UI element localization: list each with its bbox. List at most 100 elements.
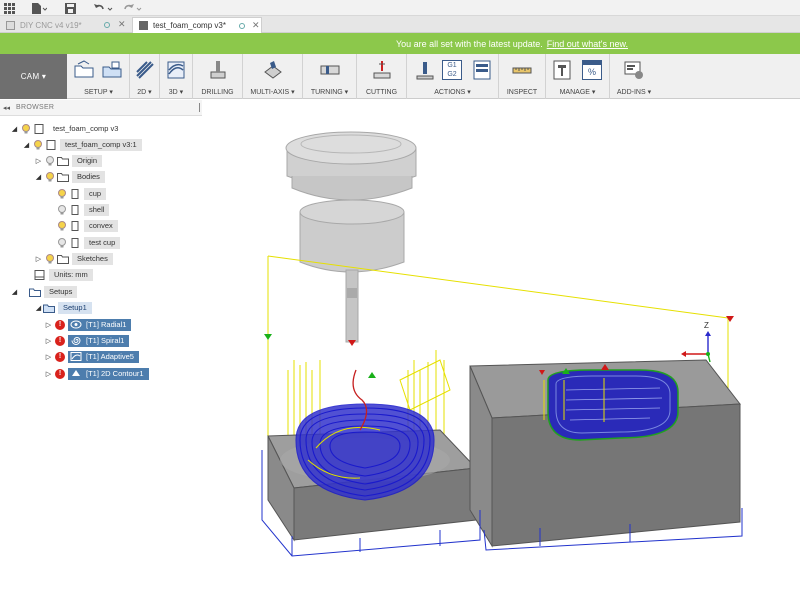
- expand-right-icon[interactable]: ▷: [34, 157, 43, 165]
- workspace-switcher-button[interactable]: CAM ▾: [0, 54, 67, 99]
- tree-node-setup1[interactable]: ◢ Setup1: [34, 301, 92, 314]
- multi-axis-group[interactable]: MULTI-AXIS ▾: [243, 54, 303, 99]
- cam-scene[interactable]: Z: [202, 100, 800, 606]
- visibility-bulb-icon[interactable]: [57, 188, 67, 199]
- setup-icon: [43, 304, 55, 313]
- expand-down-icon[interactable]: ◢: [10, 125, 19, 133]
- multi-axis-icon[interactable]: [263, 60, 283, 80]
- post-library-icon[interactable]: %: [582, 60, 602, 80]
- error-icon: !: [55, 319, 65, 330]
- browser-header[interactable]: ◂◂ BROWSER: [0, 100, 202, 116]
- tree-node-body-test-cup[interactable]: test cup: [55, 236, 121, 249]
- expand-down-icon[interactable]: ◢: [34, 173, 43, 181]
- sync-status-icon: [104, 22, 110, 28]
- close-tab-icon[interactable]: ✕: [252, 20, 260, 31]
- setup-sheet-doc-icon[interactable]: [472, 60, 492, 80]
- turning-icon[interactable]: [320, 60, 340, 80]
- setup-sheet-icon[interactable]: [102, 60, 122, 80]
- z-axis-label: Z: [704, 321, 709, 330]
- visibility-bulb-icon[interactable]: [45, 171, 55, 182]
- tree-node-op-radial1[interactable]: ▷ ! [T1] Radial1: [44, 318, 132, 331]
- cutting-icon[interactable]: [372, 60, 392, 80]
- visibility-bulb-icon[interactable]: [57, 204, 67, 215]
- tree-node-origin[interactable]: ▷ Origin: [34, 154, 103, 167]
- drilling-group[interactable]: DRILLING: [193, 54, 243, 99]
- tab-diy-cnc[interactable]: DIY CNC v4 v19* ✕: [0, 17, 130, 33]
- update-banner: You are all set with the latest update. …: [0, 33, 800, 54]
- 2d-toolpath-icon[interactable]: [135, 60, 155, 80]
- tree-node-units[interactable]: Units: mm: [34, 268, 93, 281]
- tree-node-setups[interactable]: ◢ Setups: [10, 285, 78, 298]
- tree-label: Sketches: [72, 252, 113, 265]
- collapse-panel-icon[interactable]: ◂◂: [3, 104, 12, 112]
- tree-node-body-cup[interactable]: cup: [55, 187, 107, 200]
- inspect-group[interactable]: INSPECT: [499, 54, 546, 99]
- add-ins-group[interactable]: ADD-INS ▾: [610, 54, 658, 99]
- folder-icon: [57, 254, 69, 264]
- save-icon[interactable]: [65, 2, 76, 14]
- tree-node-bodies[interactable]: ◢ Bodies: [34, 170, 105, 183]
- 3d-group[interactable]: 3D ▾: [160, 54, 193, 99]
- add-ins-icon[interactable]: [624, 60, 644, 80]
- tree-label: [T1] Radial1: [86, 320, 127, 329]
- expand-down-icon[interactable]: ◢: [34, 304, 43, 312]
- visibility-bulb-icon[interactable]: [57, 237, 67, 248]
- visibility-bulb-icon[interactable]: [21, 123, 31, 134]
- tree-node-body-shell[interactable]: shell: [55, 203, 110, 216]
- tree-label: Setups: [44, 285, 78, 298]
- 3d-viewport[interactable]: Z: [202, 100, 800, 606]
- tree-node-op-spiral1[interactable]: ▷ ! [T1] Spiral1: [44, 334, 130, 347]
- expand-right-icon[interactable]: ▷: [44, 353, 53, 361]
- tree-node-sketches[interactable]: ▷ Sketches: [34, 252, 113, 265]
- file-menu-icon[interactable]: [31, 2, 47, 14]
- setup-folder-icon[interactable]: [74, 60, 94, 80]
- visibility-bulb-icon[interactable]: [57, 220, 67, 231]
- grid-menu-icon[interactable]: [4, 2, 15, 14]
- simulate-icon[interactable]: [415, 60, 435, 80]
- tab-label: DIY CNC v4 v19*: [20, 20, 82, 30]
- visibility-bulb-icon[interactable]: [45, 253, 55, 264]
- measure-icon[interactable]: [512, 60, 532, 80]
- spiral-op-icon: [71, 337, 81, 345]
- component-icon: [46, 139, 56, 150]
- document-icon: [34, 123, 44, 134]
- undo-icon[interactable]: [94, 2, 114, 14]
- tree-node-op-2d-contour1[interactable]: ▷ ! [T1] 2D Contour1: [44, 367, 149, 380]
- expand-right-icon[interactable]: ▷: [44, 370, 53, 378]
- close-tab-icon[interactable]: ✕: [118, 19, 126, 30]
- visibility-bulb-icon[interactable]: [45, 155, 55, 166]
- visibility-bulb-icon[interactable]: [33, 139, 43, 150]
- folder-icon: [57, 156, 69, 166]
- document-tabs: DIY CNC v4 v19* ✕ test_foam_comp v3* ✕: [0, 16, 800, 33]
- setup-group[interactable]: SETUP ▾: [68, 54, 130, 99]
- body-icon: [71, 220, 79, 231]
- axis-triad: Z: [681, 321, 711, 363]
- drill-icon[interactable]: [208, 60, 228, 80]
- tree-label: [T1] 2D Contour1: [86, 369, 144, 378]
- tree-node-op-adaptive5[interactable]: ▷ ! [T1] Adaptive5: [44, 350, 139, 363]
- tree-node-component[interactable]: ◢ test_foam_comp v3:1: [22, 138, 142, 151]
- tree-node-root[interactable]: ◢ test_foam_comp v3: [10, 122, 123, 135]
- expand-down-icon[interactable]: ◢: [22, 141, 31, 149]
- tab-test-foam-comp[interactable]: test_foam_comp v3* ✕: [132, 17, 262, 33]
- tool-library-icon[interactable]: [552, 60, 572, 80]
- expand-right-icon[interactable]: ▷: [44, 321, 53, 329]
- cutting-group[interactable]: CUTTING: [357, 54, 407, 99]
- tree-node-body-convex[interactable]: convex: [55, 219, 118, 232]
- post-process-icon[interactable]: G1 G2: [442, 60, 462, 80]
- actions-group[interactable]: G1 G2 ACTIONS ▾: [407, 54, 499, 99]
- expand-right-icon[interactable]: ▷: [44, 337, 53, 345]
- 3d-toolpath-icon[interactable]: [166, 60, 186, 80]
- error-icon: !: [55, 351, 65, 362]
- panel-pin-icon[interactable]: [199, 103, 200, 112]
- tree-label: test_foam_comp v3: [53, 124, 119, 133]
- whats-new-link[interactable]: Find out what's new.: [547, 39, 628, 49]
- 2d-group[interactable]: 2D ▾: [130, 54, 160, 99]
- manage-group[interactable]: % MANAGE ▾: [546, 54, 610, 99]
- turning-group[interactable]: TURNING ▾: [303, 54, 357, 99]
- expand-down-icon[interactable]: ◢: [10, 288, 19, 296]
- redo-icon[interactable]: [123, 2, 143, 14]
- expand-right-icon[interactable]: ▷: [34, 255, 43, 263]
- turning-label: TURNING ▾: [310, 89, 349, 96]
- tree-label: Bodies: [72, 170, 105, 183]
